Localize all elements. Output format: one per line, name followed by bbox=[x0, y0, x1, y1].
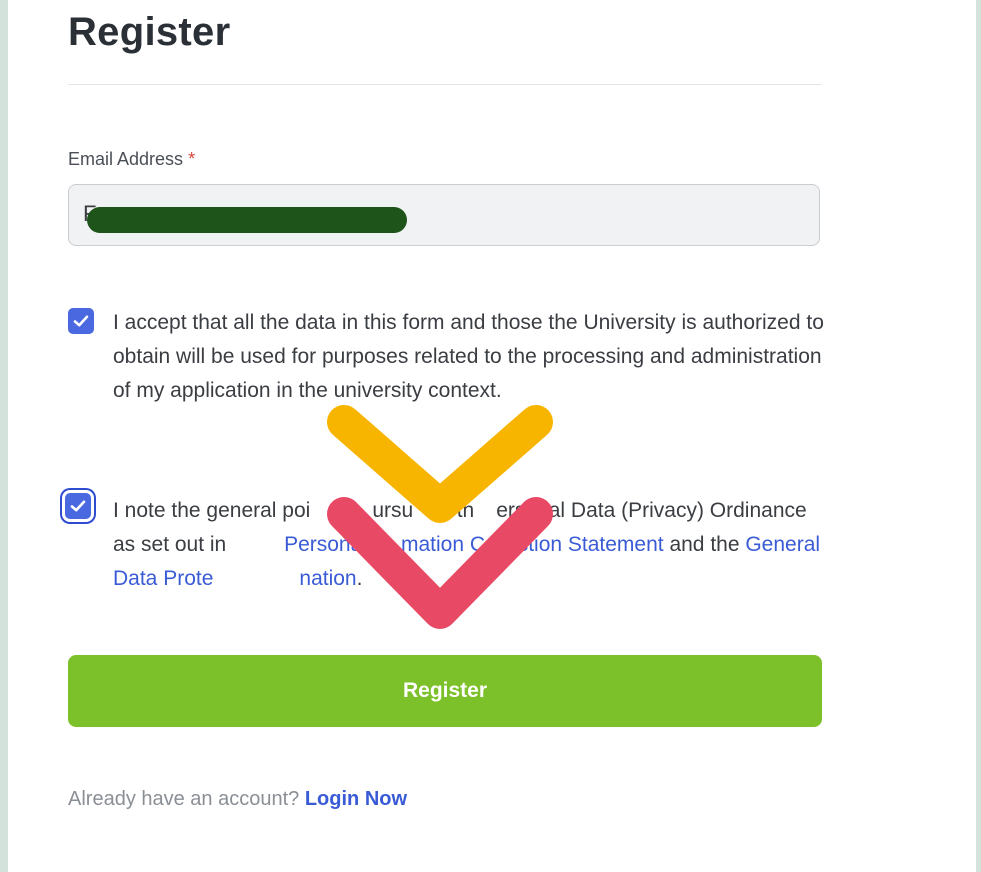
required-mark: * bbox=[188, 149, 196, 169]
consent-privacy-checkbox[interactable] bbox=[65, 493, 91, 519]
pics-link-tail[interactable]: mation Collection Statement bbox=[401, 533, 664, 556]
register-page: Register Email Address* F I accept that … bbox=[8, 0, 976, 872]
register-button[interactable]: Register bbox=[68, 655, 822, 727]
login-now-link[interactable]: Login Now bbox=[305, 788, 407, 810]
email-label-text: Email Address bbox=[68, 149, 184, 169]
title-divider bbox=[68, 84, 822, 85]
login-prompt-text: Already have an account? bbox=[68, 788, 300, 810]
gdpr-link-tail[interactable]: nation bbox=[299, 567, 356, 590]
consent-privacy-text: I note the general poi ursu o th ersonal Da… bbox=[113, 494, 833, 596]
check-icon bbox=[73, 315, 89, 327]
page-title: Register bbox=[68, 10, 231, 54]
consent-data-usage-checkbox[interactable] bbox=[68, 308, 94, 334]
check-icon bbox=[70, 500, 86, 512]
consent-privacy-text-frag2: o th bbox=[439, 499, 475, 522]
email-label: Email Address * bbox=[68, 149, 195, 170]
consent-privacy-text-end: . bbox=[356, 567, 363, 590]
pics-link[interactable]: Personal bbox=[284, 533, 367, 556]
login-prompt: Already have an account? Login Now bbox=[68, 788, 407, 811]
redaction-scribble bbox=[87, 207, 407, 233]
email-field[interactable]: F bbox=[68, 184, 820, 246]
consent-privacy-text-and: and the bbox=[663, 533, 746, 556]
consent-privacy-text-frag1: ursu bbox=[372, 499, 414, 522]
consent-privacy-text-start: I note the general poi bbox=[113, 499, 311, 522]
consent-data-usage-text: I accept that all the data in this form … bbox=[113, 311, 824, 402]
